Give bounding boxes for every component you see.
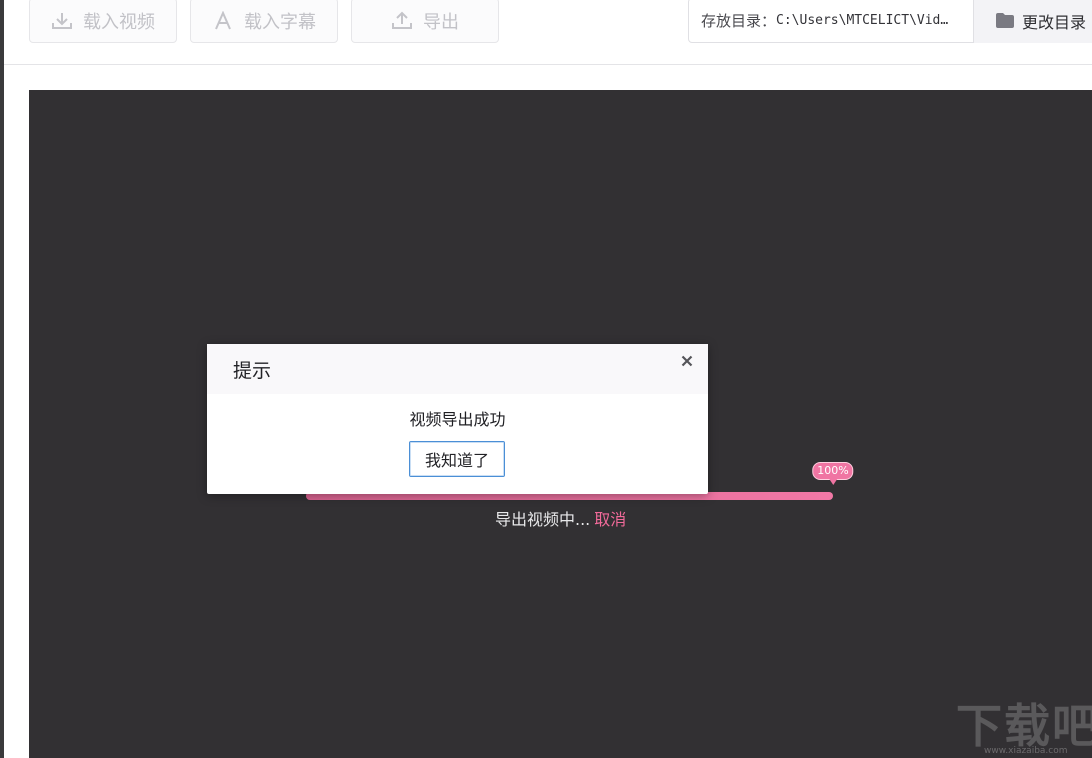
window-left-edge xyxy=(0,0,4,758)
export-status: 导出视频中... 取消 xyxy=(495,506,626,530)
watermark: 下载吧 www.xiazaiba.com xyxy=(956,700,1092,758)
export-success-dialog: 提示 视频导出成功 我知道了 xyxy=(207,344,708,494)
toolbar: 载入视频 载入字幕 导出 存放目录： C:\Users\MTCELICT\Vid… xyxy=(4,0,1092,65)
dialog-title: 提示 xyxy=(233,359,272,382)
export-status-text: 导出视频中... xyxy=(495,510,591,529)
export-button[interactable]: 导出 xyxy=(351,0,499,43)
save-directory-value: C:\Users\MTCELICT\Vid… xyxy=(776,13,949,28)
progress-percent-tooltip: 100% xyxy=(812,462,854,485)
load-subtitle-button[interactable]: 载入字幕 xyxy=(190,0,338,43)
change-directory-label: 更改目录 xyxy=(1022,12,1087,32)
save-directory-label: 存放目录： xyxy=(701,12,777,30)
load-video-label: 载入视频 xyxy=(83,11,155,33)
dialog-close-button[interactable] xyxy=(678,352,696,370)
close-icon xyxy=(681,352,693,371)
dialog-header: 提示 xyxy=(207,344,708,394)
export-label: 导出 xyxy=(423,11,459,33)
dialog-message: 视频导出成功 xyxy=(409,410,506,429)
font-icon xyxy=(212,10,234,32)
change-directory-button[interactable]: 更改目录 xyxy=(973,0,1092,43)
watermark-url: www.xiazaiba.com xyxy=(984,746,1068,756)
load-subtitle-label: 载入字幕 xyxy=(244,11,316,33)
load-video-button[interactable]: 载入视频 xyxy=(29,0,177,43)
dialog-ok-button[interactable]: 我知道了 xyxy=(409,441,505,477)
folder-icon xyxy=(996,13,1014,28)
download-icon xyxy=(51,10,73,32)
cancel-export-link[interactable]: 取消 xyxy=(594,510,626,529)
watermark-logo: 下载吧 xyxy=(956,699,1092,753)
upload-icon xyxy=(391,10,413,32)
